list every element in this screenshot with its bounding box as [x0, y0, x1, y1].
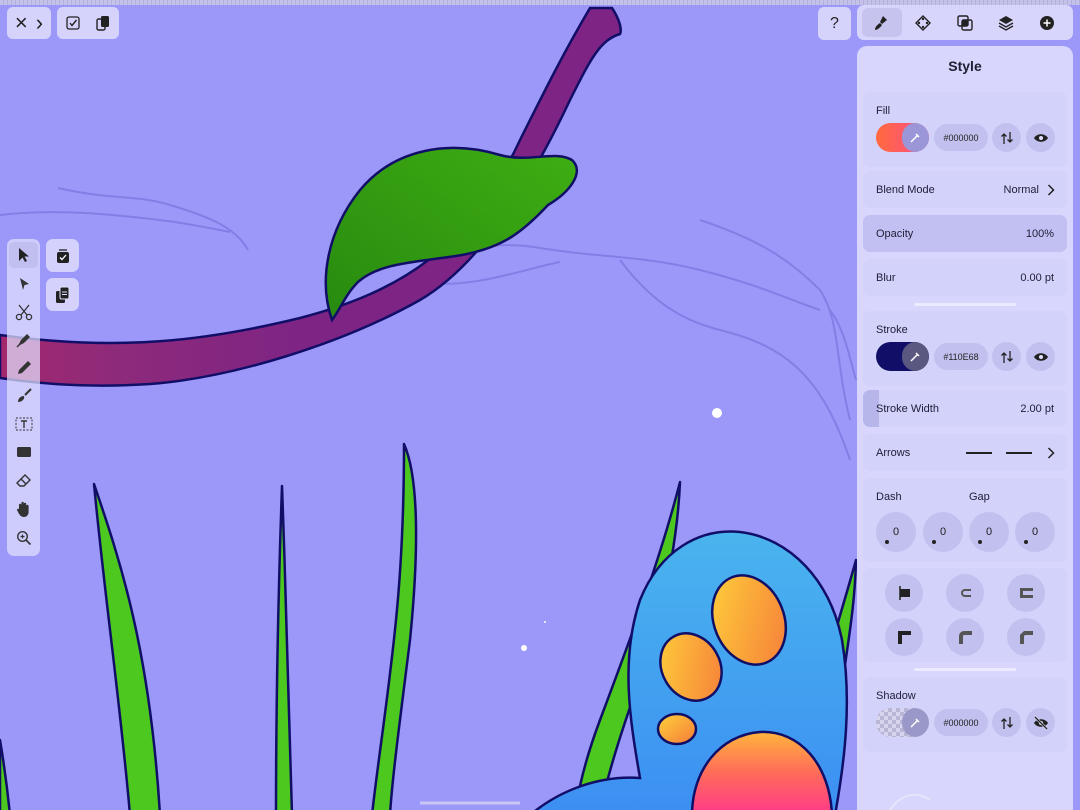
select-arrow-icon[interactable]: [9, 242, 38, 268]
round-cap-icon[interactable]: [946, 574, 984, 612]
stroke-hex-field[interactable]: #110E68: [934, 343, 988, 370]
fill-label: Fill: [876, 105, 891, 117]
layers-tab[interactable]: [986, 8, 1026, 37]
round-join-icon[interactable]: [946, 618, 984, 656]
dash-dial-2[interactable]: 0: [969, 512, 1009, 552]
close-forward-group: × ›: [7, 7, 51, 39]
rectangle-icon[interactable]: [9, 439, 38, 465]
opacity-value: 100%: [1025, 228, 1054, 240]
section-divider: [914, 668, 1016, 671]
geometry-tab[interactable]: [903, 8, 943, 37]
shadow-hex-field[interactable]: #000000: [934, 709, 988, 736]
eye-icon[interactable]: [1026, 123, 1055, 152]
swap-icon[interactable]: [992, 708, 1021, 737]
dash-label: Dash: [876, 491, 902, 503]
caps-joins-section: [863, 568, 1067, 662]
boolean-tab[interactable]: [945, 8, 985, 37]
text-icon[interactable]: [9, 411, 38, 437]
fill-section: Fill #000000: [863, 92, 1067, 167]
gap-value-2: 0: [1031, 526, 1039, 538]
gap-dial-1[interactable]: 0: [923, 512, 963, 552]
hand-icon[interactable]: [9, 496, 38, 522]
square-cap-icon[interactable]: [1007, 574, 1045, 612]
pen-icon[interactable]: [9, 327, 38, 353]
arrow-end-icon[interactable]: [1006, 452, 1032, 454]
eyedropper-icon[interactable]: [902, 342, 929, 371]
shadow-section: Shadow #000000: [863, 677, 1067, 752]
chevron-right-icon: [1047, 447, 1055, 459]
arrow-start-icon[interactable]: [966, 452, 992, 454]
blend-mode-label: Blend Mode: [876, 184, 935, 196]
swap-icon[interactable]: [992, 123, 1021, 152]
dash-dial-1[interactable]: 0: [876, 512, 916, 552]
eyedropper-icon[interactable]: [902, 708, 929, 737]
duplicate-icon[interactable]: [96, 15, 110, 31]
blur-label: Blur: [876, 272, 896, 284]
stroke-label: Stroke: [876, 324, 908, 336]
arrows-label: Arrows: [876, 447, 911, 459]
close-button[interactable]: ×: [15, 12, 28, 34]
chevron-right-icon: [1047, 184, 1055, 196]
leaf: [324, 146, 578, 323]
brush-icon[interactable]: [9, 383, 38, 409]
blur-value: 0.00 pt: [1020, 272, 1054, 284]
blur-slider[interactable]: Blur 0.00 pt: [863, 259, 1067, 296]
opacity-label: Opacity: [876, 228, 914, 240]
dash-value-2: 0: [985, 526, 993, 538]
stroke-width-slider[interactable]: Stroke Width 2.00 pt: [863, 390, 1067, 427]
section-divider: [914, 303, 1016, 306]
more-tab[interactable]: [1027, 8, 1067, 37]
dash-section: Dash Gap 0 0 0 0: [863, 478, 1067, 562]
butt-cap-icon[interactable]: [885, 574, 923, 612]
stroke-width-label: Stroke Width: [876, 403, 939, 415]
select-all-icon[interactable]: [66, 16, 80, 30]
stroke-section: Stroke #110E68: [863, 311, 1067, 386]
scissors-icon[interactable]: [9, 299, 38, 325]
bevel-join-icon[interactable]: [1007, 618, 1045, 656]
gap-dial-2[interactable]: 0: [1015, 512, 1055, 552]
arrows-row[interactable]: Arrows: [863, 434, 1067, 471]
tool-palette: [7, 239, 40, 556]
creature: [534, 530, 849, 810]
help-label: ?: [830, 14, 839, 32]
gap-label: Gap: [969, 491, 990, 503]
direct-select-icon[interactable]: [9, 271, 38, 297]
eraser-icon[interactable]: [9, 467, 38, 493]
pencil-icon[interactable]: [9, 355, 38, 381]
forward-button[interactable]: ›: [36, 12, 43, 34]
swap-icon[interactable]: [992, 342, 1021, 371]
opacity-slider[interactable]: Opacity 100%: [863, 215, 1067, 252]
miter-join-icon[interactable]: [885, 618, 923, 656]
eye-slash-icon[interactable]: [1026, 708, 1055, 737]
panel-title: Style: [948, 58, 982, 74]
copy-style-button[interactable]: [46, 278, 79, 311]
select-options-button[interactable]: [46, 239, 79, 272]
stroke-width-value: 2.00 pt: [1020, 403, 1054, 415]
eye-icon[interactable]: [1026, 342, 1055, 371]
dash-value-1: 0: [892, 526, 900, 538]
fill-hex-field[interactable]: #000000: [934, 124, 988, 151]
eyedropper-icon[interactable]: [902, 123, 929, 152]
selection-group: [57, 7, 119, 39]
help-button[interactable]: ?: [818, 7, 851, 40]
shadow-color-swatch[interactable]: [876, 708, 929, 737]
fill-color-swatch[interactable]: [876, 123, 929, 152]
blend-mode-value: Normal: [1003, 184, 1039, 196]
blend-mode-row[interactable]: Blend Mode Normal: [863, 171, 1067, 208]
shadow-label: Shadow: [876, 690, 916, 702]
gap-value-1: 0: [939, 526, 947, 538]
zoom-icon[interactable]: [9, 525, 38, 551]
style-panel: Style Fill #000000 Blend Mode Normal Opa…: [857, 46, 1073, 810]
style-tab[interactable]: [862, 8, 902, 37]
inspector-tab-bar: [857, 5, 1073, 40]
stroke-color-swatch[interactable]: [876, 342, 929, 371]
